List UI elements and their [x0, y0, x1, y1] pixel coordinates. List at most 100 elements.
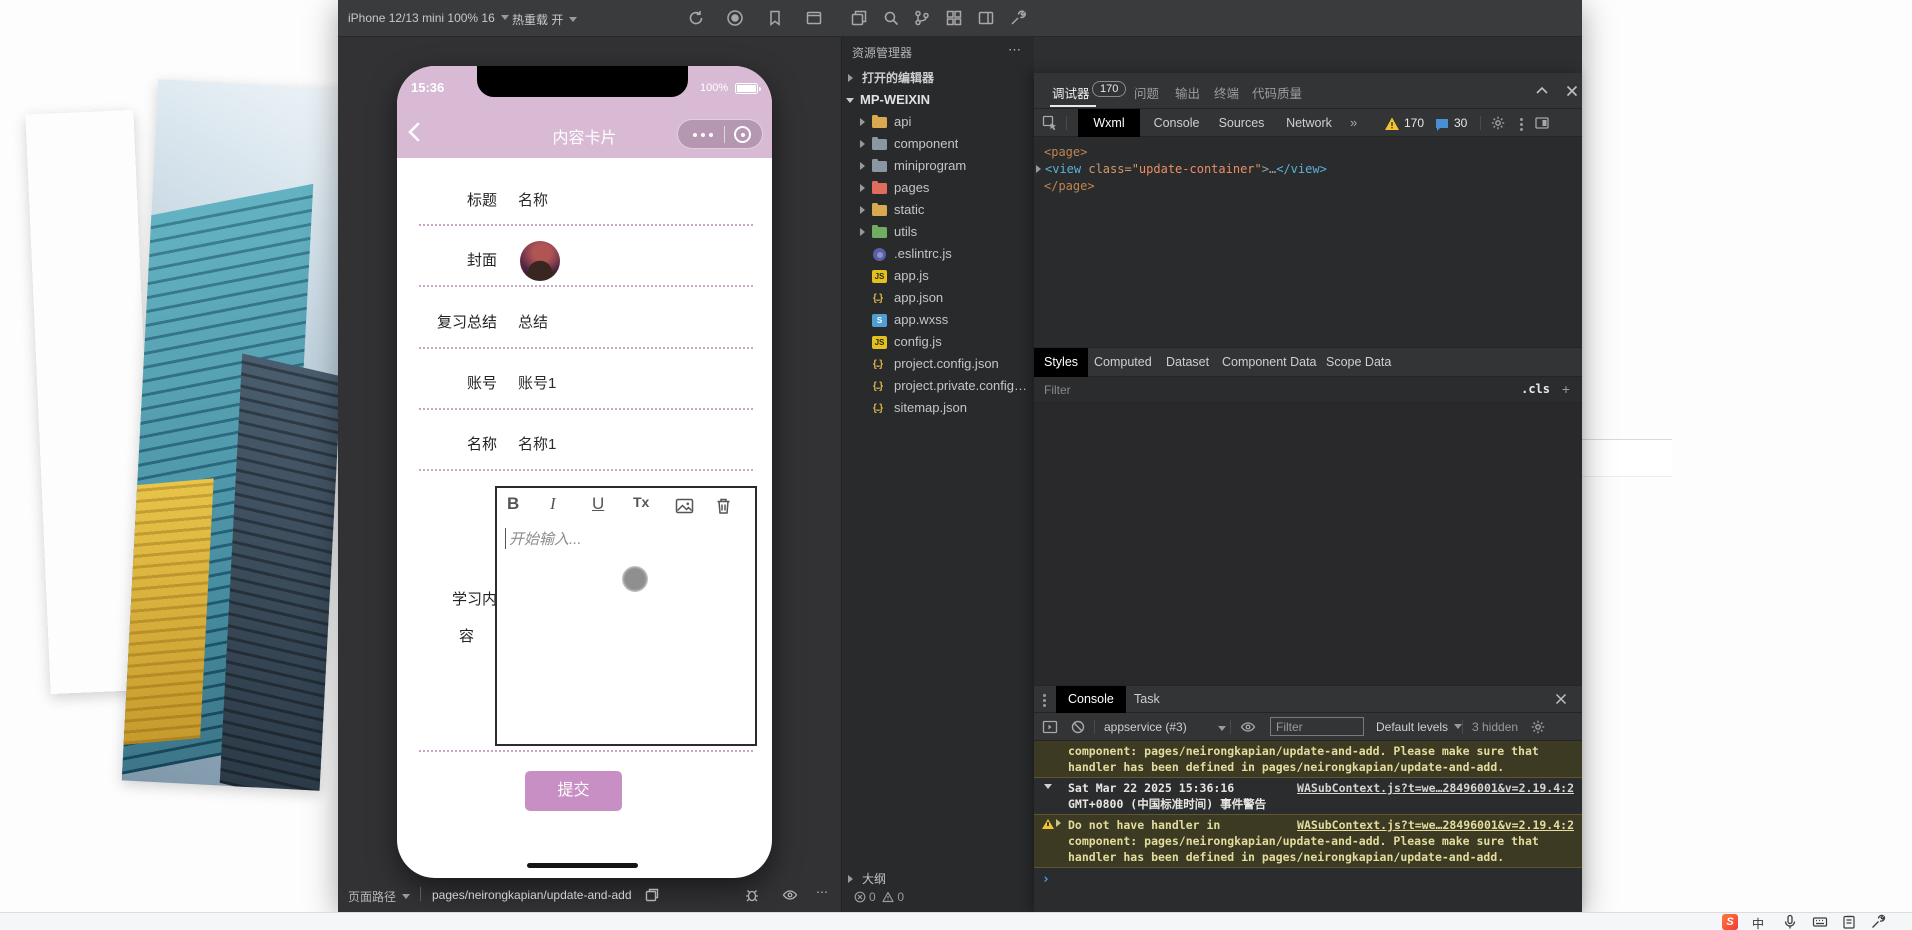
field-value[interactable]: 名称1 — [518, 433, 556, 454]
explorer-open-editors[interactable]: 打开的编辑器 — [842, 67, 1035, 89]
insert-image-button[interactable] — [675, 497, 694, 515]
field-value[interactable]: 账号1 — [518, 372, 556, 393]
console-prompt[interactable]: › — [1034, 868, 1582, 891]
clipboard-icon[interactable] — [1841, 914, 1857, 930]
explorer-file-project-private-config[interactable]: project.private.config.js... — [842, 375, 1035, 397]
cover-image[interactable] — [520, 241, 560, 281]
problems-status[interactable]: 0 0 — [854, 890, 904, 904]
explorer-file-eslintrc[interactable]: .eslintrc.js — [842, 243, 1035, 265]
tab-code-quality[interactable]: 代码质量 — [1252, 83, 1302, 102]
collapse-icon[interactable] — [1534, 83, 1550, 99]
tab-output[interactable]: 输出 — [1175, 83, 1200, 102]
dock-side-icon[interactable] — [1534, 115, 1550, 131]
home-icon[interactable] — [734, 126, 751, 143]
panel-tab-network[interactable]: Network — [1278, 109, 1340, 137]
tab-computed[interactable]: Computed — [1084, 348, 1162, 377]
more-icon[interactable]: ⋯ — [1008, 42, 1022, 58]
gear-icon[interactable] — [1490, 115, 1506, 131]
explorer-file-project-config[interactable]: project.config.json — [842, 353, 1035, 375]
tools-icon[interactable] — [1009, 9, 1027, 27]
chevron-right-icon[interactable] — [1056, 819, 1061, 827]
message-count[interactable]: 30 — [1454, 116, 1467, 130]
italic-button[interactable]: I — [550, 494, 556, 514]
explorer-folder-static[interactable]: static — [842, 199, 1035, 221]
explorer-file-appjs[interactable]: app.js — [842, 265, 1035, 287]
refresh-icon[interactable] — [687, 9, 705, 27]
explorer-folder-api[interactable]: api — [842, 111, 1035, 133]
keyboard-icon[interactable] — [1812, 914, 1828, 930]
more-icon[interactable]: ⋯ — [816, 885, 829, 899]
panel-tab-sources[interactable]: Sources — [1213, 109, 1270, 137]
message-bubble-icon[interactable] — [1434, 117, 1450, 133]
record-icon[interactable] — [726, 9, 744, 27]
tab-styles[interactable]: Styles — [1034, 348, 1089, 377]
tab-component-data[interactable]: Component Data — [1212, 348, 1327, 377]
device-selector[interactable]: iPhone 12/13 mini 100% 16 — [348, 11, 509, 25]
tab-problems[interactable]: 问题 — [1134, 83, 1159, 102]
source-link[interactable]: WASubContext.js?t=we…28496001&v=2.19.4:2 — [1297, 817, 1574, 833]
more-icon[interactable] — [693, 133, 697, 137]
trash-button[interactable] — [714, 497, 733, 515]
window-icon[interactable] — [805, 9, 823, 27]
warning-count[interactable]: 170 — [1404, 116, 1424, 130]
clear-format-button[interactable]: Tx — [633, 494, 649, 510]
explorer-project-root[interactable]: MP-WEIXIN — [842, 89, 1035, 111]
bookmark-icon[interactable] — [766, 9, 784, 27]
layers-icon[interactable] — [850, 9, 868, 27]
context-selector[interactable]: appservice (#3) — [1104, 720, 1187, 734]
panel-icon[interactable] — [977, 9, 995, 27]
submit-button[interactable]: 提交 — [525, 771, 622, 811]
search-icon[interactable] — [882, 9, 900, 27]
explorer-file-appwxss[interactable]: app.wxss — [842, 309, 1035, 331]
tab-console[interactable]: Console — [1056, 686, 1126, 713]
rich-text-editor[interactable]: B I U Tx 开始输入... — [495, 486, 757, 746]
panel-tab-wxml[interactable]: Wxml — [1078, 109, 1140, 137]
page-path-selector[interactable]: 页面路径 — [348, 888, 411, 905]
hidden-count[interactable]: 3 hidden — [1472, 720, 1518, 734]
styles-filter-input[interactable]: Filter — [1044, 383, 1071, 397]
tab-terminal[interactable]: 终端 — [1214, 83, 1239, 102]
microphone-icon[interactable] — [1782, 914, 1798, 930]
underline-button[interactable]: U — [592, 494, 604, 514]
log-levels-selector[interactable]: Default levels — [1376, 720, 1463, 734]
copy-icon[interactable] — [644, 887, 660, 903]
sogou-ime-icon[interactable]: S — [1722, 914, 1738, 930]
drag-handle-icon[interactable] — [1043, 694, 1046, 697]
show-sidebar-icon[interactable] — [1042, 719, 1058, 735]
explorer-outline-section[interactable]: 大纲 — [842, 868, 1035, 890]
wxml-code-view[interactable]: <page> <view class="update-container">…<… — [1034, 137, 1582, 347]
log-warning-clipped[interactable]: component: pages/neirongkapian/update-an… — [1034, 741, 1582, 778]
eye-icon[interactable] — [782, 887, 798, 903]
log-info-timestamp[interactable]: Sat Mar 22 2025 15:36:16 WASubContext.js… — [1034, 778, 1582, 814]
field-value[interactable]: 名称 — [518, 189, 548, 210]
console-filter-input[interactable] — [1270, 717, 1364, 736]
explorer-folder-utils[interactable]: utils — [842, 221, 1035, 243]
explorer-folder-pages[interactable]: pages — [842, 177, 1035, 199]
grid-icon[interactable] — [945, 9, 963, 27]
bug-icon[interactable] — [744, 887, 760, 903]
expand-icon[interactable] — [1036, 165, 1041, 173]
tab-task[interactable]: Task — [1122, 686, 1172, 713]
more-tabs-icon[interactable]: » — [1350, 115, 1357, 130]
panel-tab-console[interactable]: Console — [1148, 109, 1205, 137]
git-branch-icon[interactable] — [913, 9, 931, 27]
code-line[interactable]: <page> — [1044, 145, 1087, 159]
explorer-file-appjson[interactable]: app.json — [842, 287, 1035, 309]
add-style-button[interactable]: + — [1562, 381, 1570, 397]
field-value[interactable]: 总结 — [518, 311, 548, 332]
tab-debugger[interactable]: 调试器 — [1052, 83, 1090, 102]
wrench-icon[interactable] — [1870, 914, 1886, 930]
kebab-menu-icon[interactable] — [1520, 118, 1523, 121]
warning-triangle-icon[interactable] — [1384, 116, 1400, 132]
code-line[interactable]: </page> — [1044, 179, 1095, 193]
inspect-icon[interactable] — [1042, 115, 1058, 131]
gear-icon[interactable] — [1530, 719, 1546, 735]
log-warning-handler[interactable]: Do not have handler in WASubContext.js?t… — [1034, 814, 1582, 868]
tab-dataset[interactable]: Dataset — [1156, 348, 1219, 377]
explorer-folder-miniprogram[interactable]: miniprogram — [842, 155, 1035, 177]
eye-icon[interactable] — [1240, 719, 1256, 735]
bold-button[interactable]: B — [507, 494, 519, 514]
clear-console-icon[interactable] — [1070, 719, 1086, 735]
ime-language-indicator[interactable]: 中 — [1752, 915, 1764, 930]
explorer-folder-component[interactable]: component — [842, 133, 1035, 155]
